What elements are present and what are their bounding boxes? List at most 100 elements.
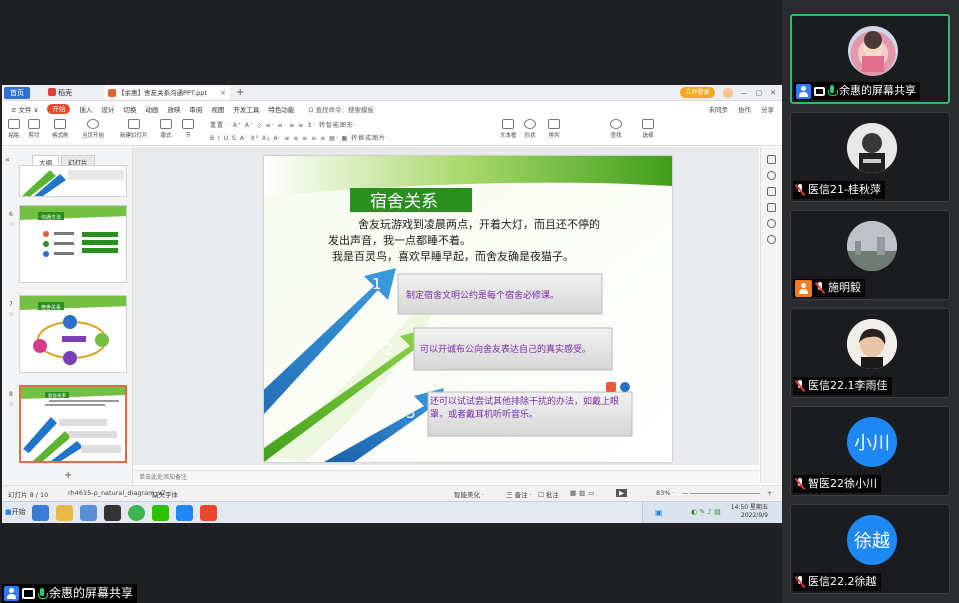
participant-name-3: 医信22.1李雨佳 <box>793 377 892 395</box>
taskbar-meeting-icon[interactable] <box>176 505 193 521</box>
new-tab-button[interactable]: + <box>236 85 244 101</box>
taskbar-qq-icon[interactable] <box>104 505 121 521</box>
screen-share-label-text: 余惠的屏幕共享 <box>49 586 134 600</box>
slide-thumbnail-8-selected[interactable]: 宿舍关系 <box>19 385 127 463</box>
menu-bar-right: 未同步 协作 分享 <box>709 104 775 114</box>
slide-thumbnail-7[interactable]: 宿舍关系 <box>19 295 127 373</box>
zoom-out-button[interactable]: — <box>682 489 689 497</box>
settings-icon[interactable] <box>767 219 776 228</box>
shape-button[interactable]: 形状 <box>524 119 536 139</box>
menu-item-slideshow[interactable]: 放映 <box>167 104 180 114</box>
thumb6-title: 沟通方法 <box>41 214 61 221</box>
help-float-icon[interactable] <box>620 382 630 392</box>
menu-item-review[interactable]: 审阅 <box>189 104 202 114</box>
menu-item-features[interactable]: 特色功能 <box>268 104 294 114</box>
tab-home[interactable]: 首页 <box>4 87 30 99</box>
arrange-button[interactable]: 排列 <box>548 119 560 139</box>
participant-tile-0[interactable]: 余惠的屏幕共享 <box>790 14 950 104</box>
properties-icon[interactable] <box>767 155 776 164</box>
new-slide-button[interactable]: 新建幻灯片 <box>120 119 148 139</box>
clock[interactable]: 14:50 星期五 2022/9/9 <box>731 504 768 520</box>
login-button[interactable]: 立即登录 <box>680 87 715 98</box>
tab-close-icon[interactable]: × <box>220 86 226 100</box>
collapse-panel-icon[interactable]: « <box>5 155 10 164</box>
edit-float-icon[interactable] <box>606 382 616 392</box>
location-icon[interactable] <box>767 235 776 244</box>
tab-docer[interactable]: 稻壳 <box>42 87 78 99</box>
animation-icon[interactable] <box>767 171 776 180</box>
taskbar-app-mountain-icon[interactable] <box>32 505 49 521</box>
slide-thumbnail-6[interactable]: 沟通方法 <box>19 205 127 283</box>
taskbar-folder-icon[interactable] <box>56 505 73 521</box>
tab-document[interactable]: 【余惠】舍友关系沟通PPT.ppt × <box>104 86 230 100</box>
textbox-icon <box>502 119 515 129</box>
menu-item-home[interactable]: 开始 <box>47 104 71 114</box>
notes-toggle[interactable]: 三 备注 · <box>506 489 532 499</box>
tray-network-icon[interactable]: ▣ <box>655 508 663 517</box>
command-search[interactable]: Q 查找命令、搜索模板 <box>308 104 374 114</box>
missing-font-button[interactable]: 缺失字体 <box>152 489 178 499</box>
shape-icon <box>524 119 536 129</box>
cut-button[interactable]: 剪切 <box>28 119 40 139</box>
participant-name-text-4: 智医22徐小川 <box>808 477 877 490</box>
taskbar-wechat-icon[interactable] <box>152 505 169 521</box>
slide-thumbnail-5[interactable] <box>19 165 127 197</box>
add-slide-button[interactable]: + <box>64 470 72 481</box>
format-painter-button[interactable]: 格式刷 <box>52 119 69 139</box>
format-painter-label: 格式刷 <box>52 133 69 139</box>
taskbar-wps-icon[interactable] <box>200 505 217 521</box>
comment-toggle[interactable]: ☐ 批注 <box>538 489 559 499</box>
share-button[interactable]: 分享 <box>761 104 774 114</box>
layout-button[interactable]: 版式 <box>160 119 172 139</box>
title-bar: 首页 稻壳 【余惠】舍友关系沟通PPT.ppt × + 立即登录 — ▢ ✕ <box>2 85 782 101</box>
avatar <box>848 26 898 76</box>
participant-tile-5[interactable]: 徐越 医信22.2徐越 <box>790 504 950 594</box>
zoom-slider[interactable] <box>690 493 760 494</box>
menu-item-insert[interactable]: 插入 <box>79 104 92 114</box>
start-button[interactable]: ■开始 <box>5 507 26 517</box>
transition-icon[interactable] <box>767 187 776 196</box>
participant-tile-3[interactable]: 医信22.1李雨佳 <box>790 308 950 398</box>
play-slideshow-icon[interactable]: ▶ <box>616 489 627 497</box>
microphone-muted-icon <box>815 282 825 294</box>
item-text-3: 还可以试试尝试其他排除干扰的办法，如戴上眼罩，或者戴耳机听听音乐。 <box>430 397 620 420</box>
close-window-button[interactable]: ✕ <box>770 89 776 97</box>
file-menu[interactable]: ≡ 文件 ∨ <box>11 104 38 114</box>
taskbar-browser-icon[interactable] <box>128 505 145 521</box>
menu-item-design[interactable]: 设计 <box>101 104 114 114</box>
smart-beautify-button[interactable]: 智能美化 · <box>454 489 484 499</box>
zoom-in-button[interactable]: + <box>767 489 772 497</box>
sync-status[interactable]: 未同步 <box>709 104 729 114</box>
menu-item-animation[interactable]: 动画 <box>145 104 158 114</box>
textbox-button[interactable]: 文本框 <box>500 119 517 139</box>
section-button[interactable]: 节 <box>182 119 194 139</box>
zoom-level[interactable]: 83% · <box>656 489 675 497</box>
menu-item-developer[interactable]: 开发工具 <box>233 104 259 114</box>
participant-tile-4[interactable]: 小川 智医22徐小川 <box>790 406 950 496</box>
user-avatar-icon[interactable] <box>722 87 733 98</box>
collaborate-button[interactable]: 协作 <box>738 104 751 114</box>
tray-icons[interactable]: ◐ ✎ ♪ ▤ <box>691 508 721 516</box>
taskbar-computer-icon[interactable] <box>80 505 97 521</box>
play-icon <box>87 119 99 129</box>
notes-area[interactable]: 单击此处添加备注 <box>133 470 759 483</box>
avatar-photo-person <box>847 319 897 369</box>
font-tools-row1[interactable]: 重置 · A⁺ A⁻ ◇ ≡· ≡· ≡ ≡ ↕· 转智能图形· <box>210 120 357 129</box>
font-tools-row2[interactable]: B I U S A· X² X₂ A· ≡ ≡ ≡ ≡ ≡ ▤· ▦ 转换成图片… <box>210 133 389 142</box>
select-button[interactable]: 选择 <box>642 119 654 139</box>
design-icon[interactable] <box>767 203 776 212</box>
slide-thumbnail-panel: « 大纲 幻灯片 6 沟通方法 ☆ 7 宿舍关系 ☆ 8 宿舍关系 ☆ <box>2 147 133 487</box>
minimize-button[interactable]: — <box>741 89 748 97</box>
participant-tile-2[interactable]: 施明毅 <box>790 210 950 300</box>
maximize-button[interactable]: ▢ <box>756 89 763 97</box>
paste-button[interactable]: 粘贴 <box>8 119 20 139</box>
current-slide[interactable]: 宿舍关系 舍友玩游戏到凌晨两点，开着大灯，而且还不停的 发出声音，我一点都睡不着… <box>264 156 672 462</box>
item-number-3: 3 <box>406 404 416 422</box>
play-from-current-button[interactable]: 当页开始 <box>82 119 104 139</box>
menu-item-transition[interactable]: 切换 <box>123 104 136 114</box>
find-button[interactable]: 查找 <box>610 119 622 139</box>
participant-tile-1[interactable]: 医信21-桂秋萍 <box>790 112 950 202</box>
view-mode-buttons[interactable]: ▦▥▭ <box>570 489 597 497</box>
brush-icon <box>54 119 67 129</box>
menu-item-view[interactable]: 视图 <box>211 104 224 114</box>
